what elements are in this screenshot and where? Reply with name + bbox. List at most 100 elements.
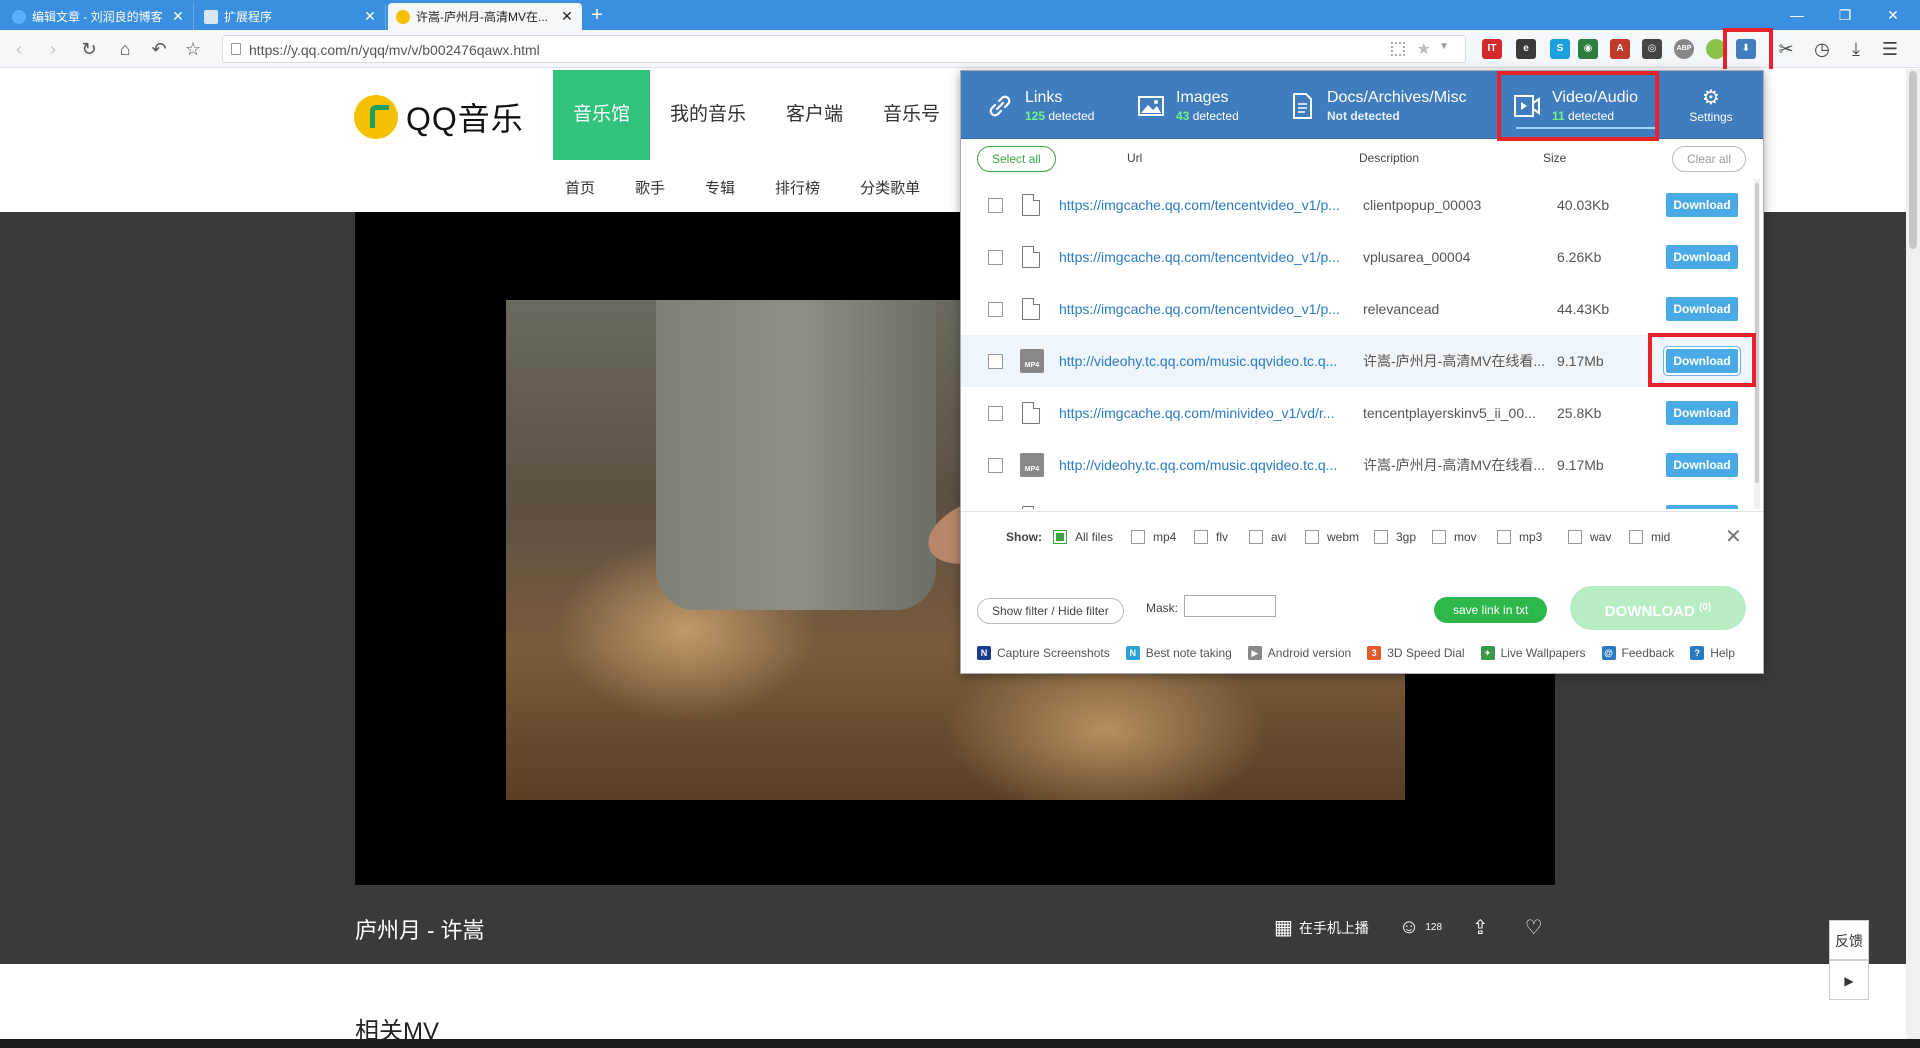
play-on-phone-button[interactable]: ▦ 在手机上播 bbox=[1274, 915, 1369, 940]
extension-e-icon[interactable]: e bbox=[1516, 39, 1536, 59]
filter-option-mid[interactable]: mid bbox=[1629, 530, 1670, 544]
file-row[interactable]: MP4 http://videohy.tc.qq.com/music.qqvide… bbox=[961, 439, 1751, 491]
row-checkbox[interactable] bbox=[988, 249, 1003, 265]
download-all-button[interactable]: DOWNLOAD (0) bbox=[1570, 586, 1746, 630]
nav-music-hall[interactable]: 音乐馆 bbox=[553, 70, 651, 160]
chevron-down-icon[interactable]: ▼ bbox=[1439, 41, 1449, 52]
back-icon[interactable]: ‹ bbox=[6, 36, 32, 62]
like-button[interactable]: ♡ bbox=[1525, 915, 1549, 940]
row-url[interactable]: https://imgcache.qq.com/tencentvideo_v1/… bbox=[1059, 197, 1349, 213]
file-row[interactable]: https://imgcache.qq.com/minivideo_v1/vd/… bbox=[961, 491, 1751, 509]
footer-link-android-version[interactable]: ▶ Android version bbox=[1247, 646, 1351, 660]
row-checkbox[interactable] bbox=[988, 197, 1003, 213]
favorite-star-icon[interactable]: ★ bbox=[1417, 39, 1431, 59]
row-url[interactable]: https://imgcache.qq.com/minivideo_v1/vd/… bbox=[1059, 405, 1349, 421]
row-download-button[interactable]: Download bbox=[1666, 245, 1738, 269]
forward-icon[interactable]: › bbox=[40, 36, 66, 62]
share-button[interactable]: ⇪ bbox=[1472, 915, 1495, 940]
row-url[interactable]: http://videohy.tc.qq.com/music.qqvideo.t… bbox=[1059, 353, 1349, 369]
feedback-button[interactable]: 反馈 bbox=[1829, 920, 1869, 960]
filter-option-mov[interactable]: mov bbox=[1432, 530, 1477, 544]
adblock-plus-icon[interactable]: ABP bbox=[1674, 39, 1694, 59]
tab-qq-music[interactable]: 许嵩-庐州月-高清MV在... ✕ bbox=[388, 3, 582, 30]
nav-my-music[interactable]: 我的音乐 bbox=[650, 70, 766, 160]
subnav-singers[interactable]: 歌手 bbox=[635, 177, 665, 198]
subnav-home[interactable]: 首页 bbox=[565, 177, 595, 198]
globe-icon[interactable]: ◉ bbox=[1578, 39, 1598, 59]
pdf-icon[interactable]: A bbox=[1610, 39, 1630, 59]
row-download-button[interactable]: Download bbox=[1666, 297, 1738, 321]
menu-icon[interactable]: ☰ bbox=[1878, 37, 1902, 61]
subnav-playlists[interactable]: 分类歌单 bbox=[860, 177, 920, 198]
page-scrollbar[interactable] bbox=[1906, 69, 1920, 1048]
filter-checkbox[interactable] bbox=[1374, 530, 1388, 544]
filter-checkbox[interactable] bbox=[1249, 530, 1263, 544]
file-row[interactable]: https://imgcache.qq.com/minivideo_v1/vd/… bbox=[961, 387, 1751, 439]
footer-link-live-wallpapers[interactable]: ✦ Live Wallpapers bbox=[1480, 646, 1586, 660]
row-download-button[interactable]: Download bbox=[1666, 453, 1738, 477]
minimize-button[interactable]: — bbox=[1774, 0, 1820, 30]
filter-option-avi[interactable]: avi bbox=[1249, 530, 1286, 544]
new-tab-button[interactable]: + bbox=[586, 2, 608, 28]
row-url[interactable]: http://videohy.tc.qq.com/music.qqvideo.t… bbox=[1059, 457, 1349, 473]
close-icon[interactable]: ✕ bbox=[171, 8, 185, 25]
filter-checkbox[interactable] bbox=[1305, 530, 1319, 544]
undo-icon[interactable]: ↶ bbox=[146, 36, 172, 62]
show-hide-filter-button[interactable]: Show filter / Hide filter bbox=[977, 598, 1124, 624]
row-url[interactable]: https://imgcache.qq.com/tencentvideo_v1/… bbox=[1059, 301, 1349, 317]
row-url[interactable]: https://imgcache.qq.com/tencentvideo_v1/… bbox=[1059, 249, 1349, 265]
close-filter-icon[interactable]: ✕ bbox=[1725, 524, 1742, 549]
tab-extensions[interactable]: 扩展程序 ✕ bbox=[196, 3, 386, 30]
save-link-txt-button[interactable]: save link in txt bbox=[1434, 597, 1548, 623]
row-checkbox[interactable] bbox=[988, 301, 1003, 317]
nav-client[interactable]: 客户端 bbox=[766, 70, 863, 160]
qr-code-icon[interactable] bbox=[1391, 42, 1405, 56]
skype-icon[interactable]: S bbox=[1550, 39, 1570, 59]
settings-button[interactable]: ⚙ Settings bbox=[1681, 85, 1741, 124]
url-text[interactable]: https://y.qq.com/n/yqq/mv/v/b002476qawx.… bbox=[249, 42, 540, 58]
select-all-button[interactable]: Select all bbox=[977, 146, 1056, 172]
tab-docs[interactable]: Docs/Archives/Misc Not detected bbox=[1287, 81, 1467, 131]
filter-checkbox[interactable] bbox=[1497, 530, 1511, 544]
file-row[interactable]: https://imgcache.qq.com/tencentvideo_v1/… bbox=[961, 231, 1751, 283]
restore-button[interactable]: ❐ bbox=[1822, 0, 1868, 30]
download-icon[interactable]: ⤓ bbox=[1844, 37, 1868, 61]
mask-input[interactable] bbox=[1184, 595, 1276, 617]
filter-option-webm[interactable]: webm bbox=[1305, 530, 1359, 544]
comment-button[interactable]: ☺ 128 bbox=[1399, 916, 1442, 939]
tab-links[interactable]: Links 125 detected bbox=[985, 81, 1094, 131]
row-checkbox[interactable] bbox=[988, 405, 1003, 421]
filter-option-mp4[interactable]: mp4 bbox=[1131, 530, 1176, 544]
window-close-button[interactable]: ✕ bbox=[1870, 0, 1916, 30]
footer-link-3d-speed-dial[interactable]: 3 3D Speed Dial bbox=[1367, 646, 1465, 660]
history-clock-icon[interactable]: ◷ bbox=[1810, 37, 1834, 61]
play-side-button[interactable]: ▶ bbox=[1829, 960, 1869, 1000]
reload-icon[interactable]: ↻ bbox=[76, 36, 102, 62]
subnav-albums[interactable]: 专辑 bbox=[705, 177, 735, 198]
filter-checkbox[interactable] bbox=[1629, 530, 1643, 544]
tab-images[interactable]: Images 43 detected bbox=[1136, 81, 1239, 131]
nav-music-account[interactable]: 音乐号 bbox=[863, 70, 960, 160]
filter-option-flv[interactable]: flv bbox=[1194, 530, 1228, 544]
close-icon[interactable]: ✕ bbox=[363, 8, 377, 25]
row-download-button[interactable]: Download bbox=[1666, 505, 1738, 509]
footer-link-best-note-taking[interactable]: N Best note taking bbox=[1125, 646, 1232, 660]
row-checkbox[interactable] bbox=[988, 353, 1003, 369]
filter-option-all-files[interactable]: All files bbox=[1053, 530, 1113, 544]
clear-all-button[interactable]: Clear all bbox=[1672, 146, 1747, 172]
filter-checkbox[interactable] bbox=[1194, 530, 1208, 544]
filter-option-wav[interactable]: wav bbox=[1568, 530, 1611, 544]
file-row[interactable]: https://imgcache.qq.com/tencentvideo_v1/… bbox=[961, 283, 1751, 335]
footer-link-capture-screenshots[interactable]: N Capture Screenshots bbox=[977, 646, 1110, 660]
row-checkbox[interactable] bbox=[988, 457, 1003, 473]
filter-checkbox[interactable] bbox=[1432, 530, 1446, 544]
home-icon[interactable]: ⌂ bbox=[112, 36, 138, 62]
bookmark-star-icon[interactable]: ☆ bbox=[180, 36, 206, 62]
qq-music-logo[interactable]: QQ音乐 bbox=[354, 94, 524, 140]
footer-link-help[interactable]: ? Help bbox=[1690, 646, 1735, 660]
scrollbar-thumb[interactable] bbox=[1909, 71, 1917, 249]
scissors-icon[interactable]: ✂ bbox=[1774, 37, 1798, 61]
close-icon[interactable]: ✕ bbox=[560, 8, 574, 25]
subnav-charts[interactable]: 排行榜 bbox=[775, 177, 820, 198]
row-download-button[interactable]: Download bbox=[1666, 401, 1738, 425]
